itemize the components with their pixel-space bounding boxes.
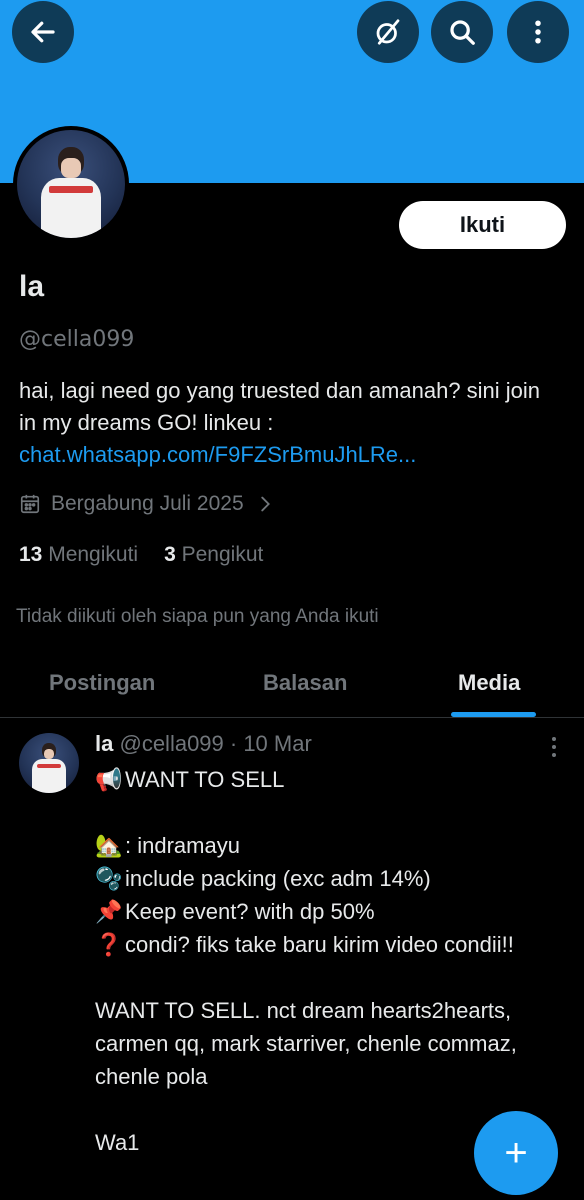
post-line: WANT TO SELL. nct dream hearts2hearts, c… [95,994,575,1093]
not-followed-notice: Tidak diikuti oleh siapa pun yang Anda i… [16,606,379,627]
tab-replies[interactable]: Balasan [263,670,347,696]
post-line: 🫧 include packing (exc adm 14%) [95,862,575,895]
post-line-emoji: 📢 [95,767,123,792]
avatar-image [17,130,125,238]
user-handle: @cella099 [19,327,135,352]
post-line-emoji: 🏡 [95,833,123,858]
following-stat[interactable]: 13 Mengikuti [19,543,138,567]
post-header: la @cella099 · 10 Mar [95,731,312,757]
arrow-left-icon [31,21,55,43]
more-options-button[interactable] [507,1,569,63]
post-author-name[interactable]: la [95,731,113,756]
post-line-text: condi? fiks take baru kirim video condii… [125,932,514,957]
post-line-text: WANT TO SELL [125,767,285,792]
active-tab-indicator [451,712,536,717]
post-line [95,961,575,994]
post-line-text: : indramayu [125,833,240,858]
post-line-emoji: 📌 [95,899,123,924]
grok-button[interactable] [357,1,419,63]
display-name: la [19,270,45,303]
profile-avatar[interactable] [13,126,129,242]
joined-date[interactable]: Bergabung Juli 2025 [19,492,276,516]
post-line-text: Wa1 [95,1130,140,1155]
follow-stats: 13 Mengikuti 3 Pengikut [19,543,263,567]
post-line: ❓ condi? fiks take baru kirim video condi… [95,928,575,961]
bio-link[interactable]: chat.whatsapp.com/F9FZSrBmuJhLRe... [19,442,416,467]
joined-text: Bergabung Juli 2025 [51,492,244,515]
post-body: 📢 WANT TO SELL 🏡: indramayu 🫧 include packi… [95,763,575,1159]
post-meta: @cella099 · 10 Mar [119,731,312,756]
post-line: 🏡: indramayu [95,829,575,862]
calendar-icon [20,494,40,514]
followers-stat[interactable]: 3 Pengikut [164,543,263,567]
post-more-icon[interactable] [548,735,560,759]
avatar-image [19,733,79,793]
post-line: 📢 WANT TO SELL [95,763,575,796]
post-line-text: WANT TO SELL. nct dream hearts2hearts, c… [95,998,517,1089]
post-line-text: include packing (exc adm 14%) [125,866,431,891]
post-line-text [95,965,101,990]
bio-text: hai, lagi need go yang truested dan aman… [19,378,541,435]
post-line-emoji: 🫧 [95,866,123,891]
more-vertical-icon [535,20,541,44]
plus-icon: + [504,1131,528,1175]
post-line-text [95,800,101,825]
grok-icon [376,19,400,45]
back-button[interactable] [12,1,74,63]
post-line [95,796,575,829]
post-line: 📌 Keep event? with dp 50% [95,895,575,928]
chevron-right-icon [260,496,270,512]
post-line-emoji: ❓ [95,932,123,957]
tab-media[interactable]: Media [458,670,520,696]
post-avatar[interactable] [19,733,79,793]
tab-posts[interactable]: Postingan [49,670,155,696]
post-line-text [95,1097,101,1122]
search-button[interactable] [431,1,493,63]
search-icon [450,20,475,45]
follow-button[interactable]: Ikuti [399,201,566,249]
compose-button[interactable]: + [474,1111,558,1195]
profile-tabs: Postingan Balasan Media [0,660,584,718]
post-line-text: Keep event? with dp 50% [125,899,375,924]
profile-bio: hai, lagi need go yang truested dan aman… [19,375,559,471]
